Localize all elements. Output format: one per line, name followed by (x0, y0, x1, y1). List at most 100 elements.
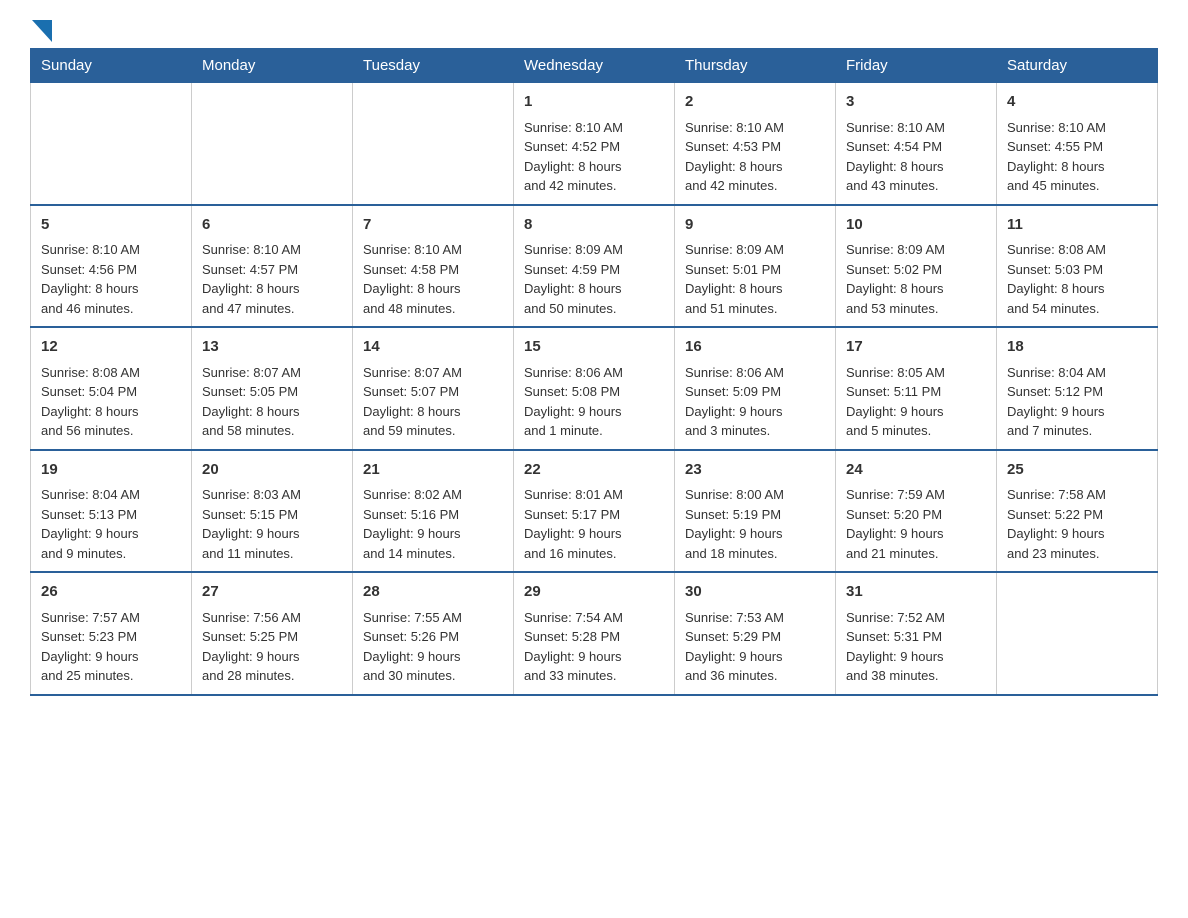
day-number: 22 (524, 459, 664, 482)
calendar-cell: 21 Sunrise: 8:02 AMSunset: 5:16 PMDayligh… (353, 450, 514, 573)
day-info: Sunrise: 7:59 AMSunset: 5:20 PMDaylight:… (846, 485, 986, 563)
calendar-cell: 17Sunrise: 8:05 AMSunset: 5:11 PMDayligh… (836, 327, 997, 450)
day-number: 12 (41, 336, 181, 359)
day-info: Sunrise: 8:07 AMSunset: 5:07 PMDaylight:… (363, 363, 503, 441)
day-number: 11 (1007, 214, 1147, 237)
day-number: 13 (202, 336, 342, 359)
day-number: 21 (363, 459, 503, 482)
calendar-cell: 23 Sunrise: 8:00 AMSunset: 5:19 PMDayligh… (675, 450, 836, 573)
day-info: Sunrise: 8:10 AMSunset: 4:55 PMDaylight:… (1007, 118, 1147, 196)
day-info: Sunrise: 7:54 AMSunset: 5:28 PMDaylight:… (524, 608, 664, 686)
day-info: Sunrise: 8:04 AMSunset: 5:12 PMDaylight:… (1007, 363, 1147, 441)
calendar-cell: 4 Sunrise: 8:10 AMSunset: 4:55 PMDaylight… (997, 83, 1158, 205)
logo (30, 20, 52, 38)
calendar-cell: 16 Sunrise: 8:06 AMSunset: 5:09 PMDayligh… (675, 327, 836, 450)
day-number: 28 (363, 581, 503, 604)
day-info: Sunrise: 7:58 AMSunset: 5:22 PMDaylight:… (1007, 485, 1147, 563)
calendar-cell: 15 Sunrise: 8:06 AMSunset: 5:08 PMDayligh… (514, 327, 675, 450)
day-info: Sunrise: 8:10 AMSunset: 4:57 PMDaylight:… (202, 240, 342, 318)
calendar-cell: 2Sunrise: 8:10 AMSunset: 4:53 PMDaylight… (675, 83, 836, 205)
calendar-cell: 5 Sunrise: 8:10 AMSunset: 4:56 PMDaylight… (31, 205, 192, 328)
calendar-cell: 18 Sunrise: 8:04 AMSunset: 5:12 PMDayligh… (997, 327, 1158, 450)
day-header-monday: Monday (192, 49, 353, 83)
day-info: Sunrise: 8:10 AMSunset: 4:56 PMDaylight:… (41, 240, 181, 318)
day-number: 25 (1007, 459, 1147, 482)
day-info: Sunrise: 7:55 AMSunset: 5:26 PMDaylight:… (363, 608, 503, 686)
day-info: Sunrise: 7:57 AMSunset: 5:23 PMDaylight:… (41, 608, 181, 686)
day-info: Sunrise: 8:06 AMSunset: 5:09 PMDaylight:… (685, 363, 825, 441)
day-number: 9 (685, 214, 825, 237)
day-info: Sunrise: 8:03 AMSunset: 5:15 PMDaylight:… (202, 485, 342, 563)
calendar-cell: 31 Sunrise: 7:52 AMSunset: 5:31 PMDayligh… (836, 572, 997, 695)
day-header-wednesday: Wednesday (514, 49, 675, 83)
week-row-3: 12Sunrise: 8:08 AMSunset: 5:04 PMDayligh… (31, 327, 1158, 450)
calendar-cell: 19Sunrise: 8:04 AMSunset: 5:13 PMDayligh… (31, 450, 192, 573)
logo-triangle-icon (32, 20, 52, 42)
day-info: Sunrise: 8:10 AMSunset: 4:58 PMDaylight:… (363, 240, 503, 318)
calendar-cell: 10 Sunrise: 8:09 AMSunset: 5:02 PMDayligh… (836, 205, 997, 328)
day-header-tuesday: Tuesday (353, 49, 514, 83)
day-number: 20 (202, 459, 342, 482)
day-number: 4 (1007, 91, 1147, 114)
calendar-cell (31, 83, 192, 205)
calendar-cell: 22Sunrise: 8:01 AMSunset: 5:17 PMDayligh… (514, 450, 675, 573)
calendar-header-row: SundayMondayTuesdayWednesdayThursdayFrid… (31, 49, 1158, 83)
day-info: Sunrise: 8:09 AMSunset: 4:59 PMDaylight:… (524, 240, 664, 318)
calendar-cell: 9Sunrise: 8:09 AMSunset: 5:01 PMDaylight… (675, 205, 836, 328)
day-info: Sunrise: 8:02 AMSunset: 5:16 PMDaylight:… (363, 485, 503, 563)
day-info: Sunrise: 8:00 AMSunset: 5:19 PMDaylight:… (685, 485, 825, 563)
day-number: 18 (1007, 336, 1147, 359)
day-info: Sunrise: 8:09 AMSunset: 5:02 PMDaylight:… (846, 240, 986, 318)
calendar-cell: 13 Sunrise: 8:07 AMSunset: 5:05 PMDayligh… (192, 327, 353, 450)
day-number: 19 (41, 459, 181, 482)
calendar-cell: 20 Sunrise: 8:03 AMSunset: 5:15 PMDayligh… (192, 450, 353, 573)
day-info: Sunrise: 7:56 AMSunset: 5:25 PMDaylight:… (202, 608, 342, 686)
calendar-cell: 7 Sunrise: 8:10 AMSunset: 4:58 PMDaylight… (353, 205, 514, 328)
day-info: Sunrise: 8:08 AMSunset: 5:03 PMDaylight:… (1007, 240, 1147, 318)
day-number: 14 (363, 336, 503, 359)
day-number: 26 (41, 581, 181, 604)
day-header-saturday: Saturday (997, 49, 1158, 83)
calendar-cell: 24Sunrise: 7:59 AMSunset: 5:20 PMDayligh… (836, 450, 997, 573)
calendar-cell (353, 83, 514, 205)
day-number: 1 (524, 91, 664, 114)
calendar-cell: 11 Sunrise: 8:08 AMSunset: 5:03 PMDayligh… (997, 205, 1158, 328)
day-info: Sunrise: 8:10 AMSunset: 4:54 PMDaylight:… (846, 118, 986, 196)
day-number: 27 (202, 581, 342, 604)
week-row-5: 26 Sunrise: 7:57 AMSunset: 5:23 PMDayligh… (31, 572, 1158, 695)
calendar-table: SundayMondayTuesdayWednesdayThursdayFrid… (30, 48, 1158, 696)
calendar-cell: 26 Sunrise: 7:57 AMSunset: 5:23 PMDayligh… (31, 572, 192, 695)
day-number: 29 (524, 581, 664, 604)
calendar-cell (192, 83, 353, 205)
day-number: 31 (846, 581, 986, 604)
calendar-cell: 3 Sunrise: 8:10 AMSunset: 4:54 PMDaylight… (836, 83, 997, 205)
day-number: 5 (41, 214, 181, 237)
day-info: Sunrise: 8:10 AMSunset: 4:52 PMDaylight:… (524, 118, 664, 196)
day-info: Sunrise: 7:52 AMSunset: 5:31 PMDaylight:… (846, 608, 986, 686)
day-number: 16 (685, 336, 825, 359)
day-header-sunday: Sunday (31, 49, 192, 83)
calendar-cell: 14 Sunrise: 8:07 AMSunset: 5:07 PMDayligh… (353, 327, 514, 450)
day-info: Sunrise: 8:06 AMSunset: 5:08 PMDaylight:… (524, 363, 664, 441)
day-number: 3 (846, 91, 986, 114)
calendar-cell: 12Sunrise: 8:08 AMSunset: 5:04 PMDayligh… (31, 327, 192, 450)
day-info: Sunrise: 8:07 AMSunset: 5:05 PMDaylight:… (202, 363, 342, 441)
week-row-4: 19Sunrise: 8:04 AMSunset: 5:13 PMDayligh… (31, 450, 1158, 573)
calendar-cell: 30 Sunrise: 7:53 AMSunset: 5:29 PMDayligh… (675, 572, 836, 695)
day-info: Sunrise: 8:05 AMSunset: 5:11 PMDaylight:… (846, 363, 986, 441)
day-number: 30 (685, 581, 825, 604)
day-info: Sunrise: 7:53 AMSunset: 5:29 PMDaylight:… (685, 608, 825, 686)
day-info: Sunrise: 8:10 AMSunset: 4:53 PMDaylight:… (685, 118, 825, 196)
day-number: 6 (202, 214, 342, 237)
day-number: 15 (524, 336, 664, 359)
calendar-cell: 6 Sunrise: 8:10 AMSunset: 4:57 PMDaylight… (192, 205, 353, 328)
calendar-cell: 27 Sunrise: 7:56 AMSunset: 5:25 PMDayligh… (192, 572, 353, 695)
day-number: 23 (685, 459, 825, 482)
day-number: 10 (846, 214, 986, 237)
calendar-cell (997, 572, 1158, 695)
calendar-cell: 28 Sunrise: 7:55 AMSunset: 5:26 PMDayligh… (353, 572, 514, 695)
calendar-cell: 29 Sunrise: 7:54 AMSunset: 5:28 PMDayligh… (514, 572, 675, 695)
day-header-friday: Friday (836, 49, 997, 83)
day-number: 7 (363, 214, 503, 237)
calendar-cell: 1 Sunrise: 8:10 AMSunset: 4:52 PMDaylight… (514, 83, 675, 205)
